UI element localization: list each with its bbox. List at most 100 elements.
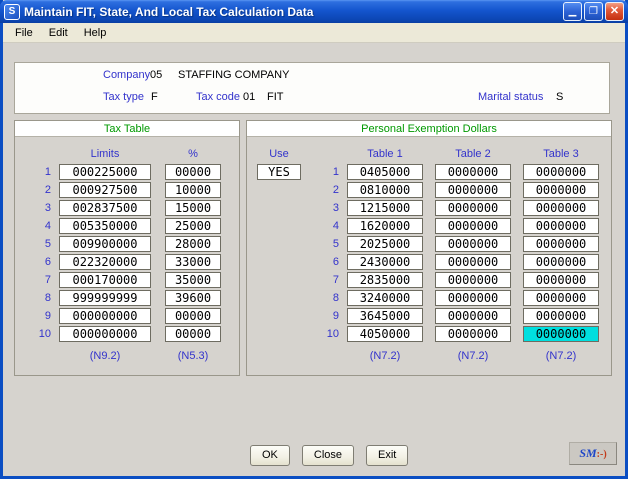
percent-field-row8[interactable]: 39600: [165, 290, 221, 306]
personal-exemption-row: 93645000 0000000 0000000: [257, 307, 611, 325]
menu-file[interactable]: File: [7, 25, 41, 41]
row-number: 9: [29, 310, 59, 322]
limit-field-row2[interactable]: 000927500: [59, 182, 151, 198]
table3-field-row1[interactable]: 0000000: [523, 164, 599, 180]
percent-field-row2[interactable]: 10000: [165, 182, 221, 198]
limit-field-row8[interactable]: 999999999: [59, 290, 151, 306]
marital-status-label: Marital status: [478, 91, 543, 103]
row-number: 5: [317, 238, 347, 250]
table3-field-row9[interactable]: 0000000: [523, 308, 599, 324]
tax-table-row: 300283750015000: [29, 199, 239, 217]
limit-field-row9[interactable]: 000000000: [59, 308, 151, 324]
sm-logo: SM:-): [569, 442, 617, 465]
percent-field-row1[interactable]: 00000: [165, 164, 221, 180]
personal-exemption-rows: YES1040500000000000000000208100000000000…: [257, 163, 611, 343]
menu-edit[interactable]: Edit: [41, 25, 76, 41]
tax-type-label: Tax type: [103, 91, 144, 103]
personal-exemption-row: 6243000000000000000000: [257, 253, 611, 271]
exit-button[interactable]: Exit: [366, 445, 408, 466]
header-panel: Company 05 STAFFING COMPANY Tax type F T…: [14, 62, 610, 114]
percent-field-row3[interactable]: 15000: [165, 200, 221, 216]
table3-field-row3[interactable]: 0000000: [523, 200, 599, 216]
personal-exemption-row: 4162000000000000000000: [257, 217, 611, 235]
limits-column-header: Limits: [59, 148, 151, 160]
table3-field-row4[interactable]: 0000000: [523, 218, 599, 234]
limit-field-row7[interactable]: 000170000: [59, 272, 151, 288]
table2-field-row7[interactable]: 0000000: [435, 272, 511, 288]
percent-field-row4[interactable]: 25000: [165, 218, 221, 234]
table2-field-row4[interactable]: 0000000: [435, 218, 511, 234]
table1-field-row1[interactable]: 0405000: [347, 164, 423, 180]
limit-field-row5[interactable]: 009900000: [59, 236, 151, 252]
table2-field-row2[interactable]: 0000000: [435, 182, 511, 198]
row-number: 1: [317, 166, 347, 178]
table3-format-label: (N7.2): [523, 350, 599, 362]
personal-exemption-formats: (N7.2) (N7.2) (N7.2): [257, 347, 611, 365]
title-bar[interactable]: S Maintain FIT, State, And Local Tax Cal…: [0, 0, 628, 23]
row-number: 2: [29, 184, 59, 196]
limit-field-row3[interactable]: 002837500: [59, 200, 151, 216]
percent-field-row5[interactable]: 28000: [165, 236, 221, 252]
personal-exemption-row: YES 10405000 0000000 0000000: [257, 163, 611, 181]
tax-table-row: 6022320000 33000: [29, 253, 239, 271]
tax-table-row: 700017000035000: [29, 271, 239, 289]
personal-exemption-row: 8324000000000000000000: [257, 289, 611, 307]
tax-table-row: 100022500000000: [29, 163, 239, 181]
company-label: Company: [103, 69, 150, 81]
table2-field-row3[interactable]: 0000000: [435, 200, 511, 216]
tax-table-row: 400535000025000: [29, 217, 239, 235]
percent-field-row9[interactable]: 00000: [165, 308, 221, 324]
tax-table-row: 900000000000000: [29, 307, 239, 325]
table1-field-row4[interactable]: 1620000: [347, 218, 423, 234]
app-icon: S: [4, 4, 20, 20]
close-button[interactable]: ✕: [605, 2, 624, 21]
table3-field-row7[interactable]: 0000000: [523, 272, 599, 288]
limit-field-row4[interactable]: 005350000: [59, 218, 151, 234]
close-button-bottom[interactable]: Close: [302, 445, 354, 466]
table3-field-row2[interactable]: 0000000: [523, 182, 599, 198]
menu-help[interactable]: Help: [76, 25, 115, 41]
minimize-button[interactable]: ▁: [563, 2, 582, 21]
table1-field-row9[interactable]: 3645000: [347, 308, 423, 324]
table2-field-row10[interactable]: 0000000: [435, 326, 511, 342]
table2-column-header: Table 2: [435, 148, 511, 160]
company-name: STAFFING COMPANY: [178, 69, 289, 81]
ok-button[interactable]: OK: [250, 445, 290, 466]
table1-field-row8[interactable]: 3240000: [347, 290, 423, 306]
percent-field-row6[interactable]: 33000: [165, 254, 221, 270]
limit-field-row1[interactable]: 000225000: [59, 164, 151, 180]
percent-format-label: (N5.3): [165, 350, 221, 362]
table2-field-row6[interactable]: 0000000: [435, 254, 511, 270]
maximize-button[interactable]: ❐: [584, 2, 603, 21]
personal-exemption-column-headers: Use Table 1 Table 2 Table 3: [257, 145, 611, 163]
table2-field-row1[interactable]: 0000000: [435, 164, 511, 180]
table1-field-row3[interactable]: 1215000: [347, 200, 423, 216]
table2-field-row9[interactable]: 0000000: [435, 308, 511, 324]
tax-table-group: Tax Table Limits % 100022500000000200092…: [14, 120, 240, 376]
client-area: Company 05 STAFFING COMPANY Tax type F T…: [3, 43, 625, 476]
personal-exemption-row: 3121500000000000000000: [257, 199, 611, 217]
tax-table-column-headers: Limits %: [29, 145, 239, 163]
row-number: 8: [29, 292, 59, 304]
percent-field-row10[interactable]: 00000: [165, 326, 221, 342]
use-field[interactable]: YES: [257, 164, 301, 180]
table3-field-row10-selected[interactable]: 0000000: [523, 326, 599, 342]
table2-field-row8[interactable]: 0000000: [435, 290, 511, 306]
table3-field-row8[interactable]: 0000000: [523, 290, 599, 306]
table3-field-row6[interactable]: 0000000: [523, 254, 599, 270]
limit-field-row10[interactable]: 000000000: [59, 326, 151, 342]
row-number: 9: [317, 310, 347, 322]
table1-field-row2[interactable]: 0810000: [347, 182, 423, 198]
tax-table-formats: (N9.2) (N5.3): [29, 347, 239, 365]
table1-field-row10[interactable]: 4050000: [347, 326, 423, 342]
table1-field-row5[interactable]: 2025000: [347, 236, 423, 252]
table3-field-row5[interactable]: 0000000: [523, 236, 599, 252]
table1-field-row6[interactable]: 2430000: [347, 254, 423, 270]
percent-field-row7[interactable]: 35000: [165, 272, 221, 288]
personal-exemption-row: 10405000000000000000000: [257, 325, 611, 343]
row-number: 6: [29, 256, 59, 268]
table1-field-row7[interactable]: 2835000: [347, 272, 423, 288]
limit-field-row6[interactable]: 022320000: [59, 254, 151, 270]
row-number: 10: [29, 328, 59, 340]
table2-field-row5[interactable]: 0000000: [435, 236, 511, 252]
